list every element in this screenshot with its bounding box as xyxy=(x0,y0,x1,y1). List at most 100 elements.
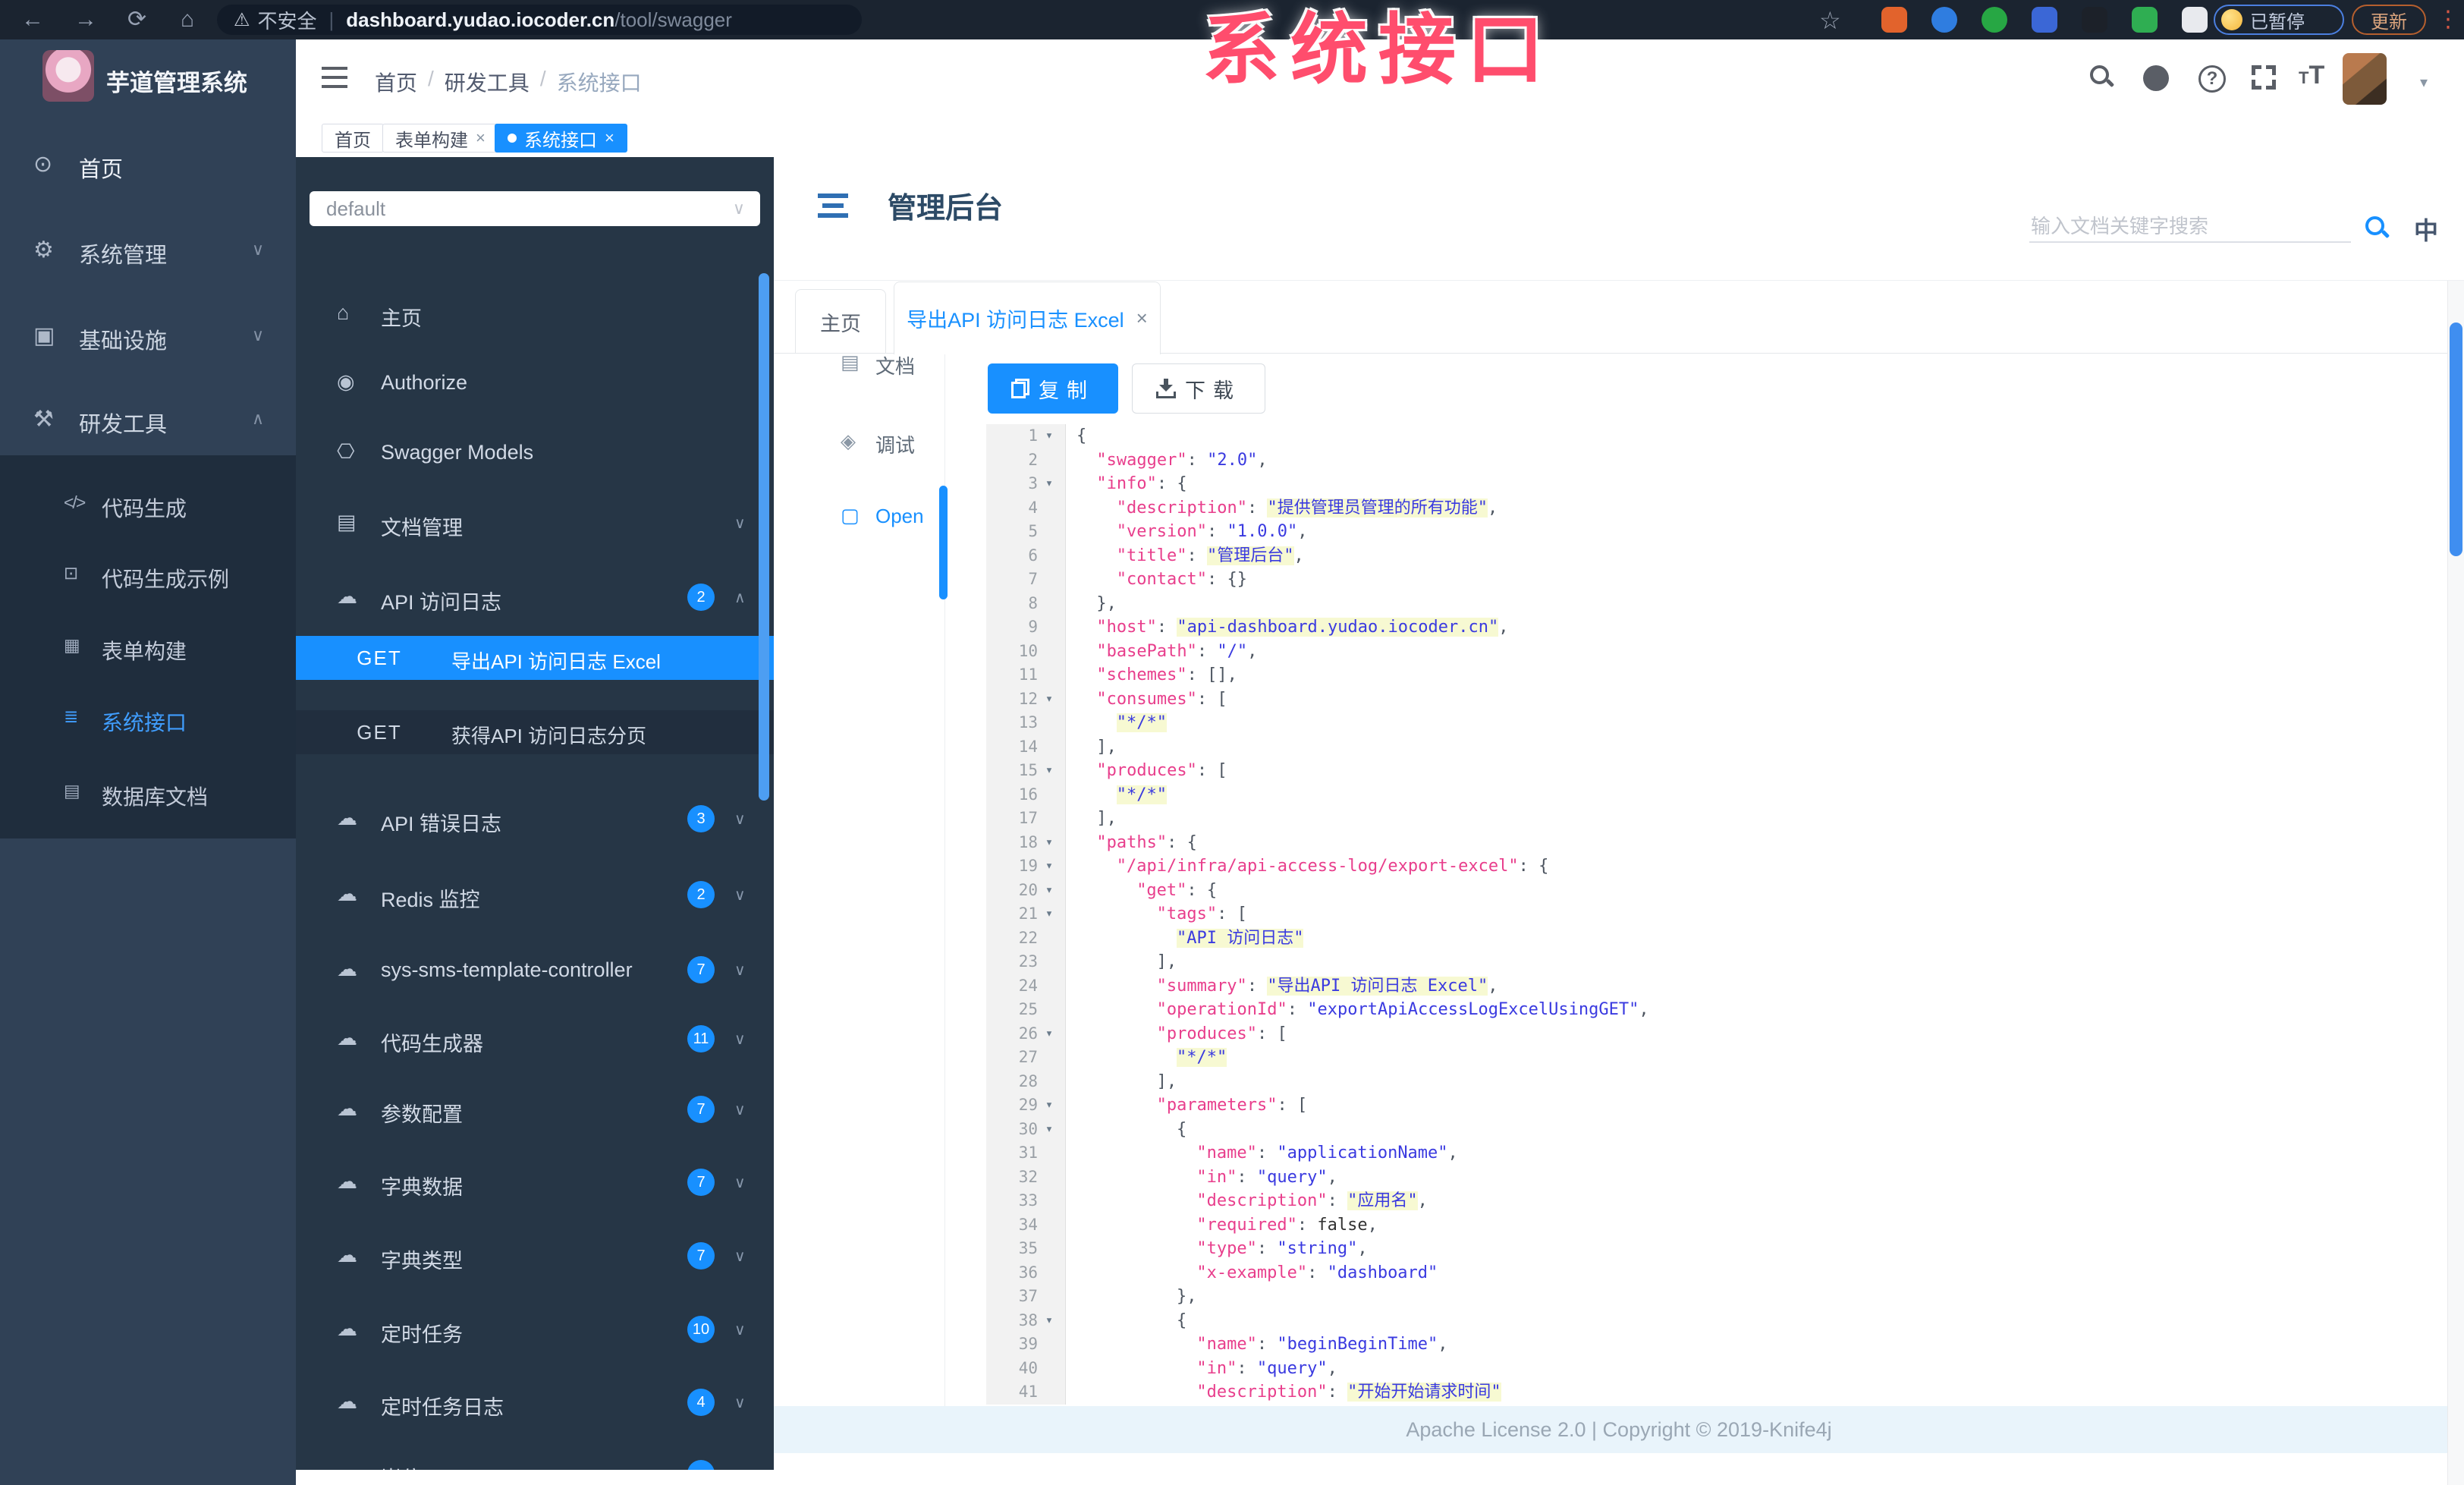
github-icon[interactable] xyxy=(2143,65,2169,91)
chevron-up-icon: ∧ xyxy=(252,409,265,428)
page-scrollbar[interactable] xyxy=(2447,281,2464,1485)
address-bar[interactable]: ⚠ 不安全 | dashboard.yudao.iocoder.cn /tool… xyxy=(217,5,862,35)
swagger-menu-item-5[interactable]: ☁ API 访问日志 2 ∧ xyxy=(296,580,774,614)
fold-icon[interactable]: ▾ xyxy=(1038,831,1061,855)
sidebar-item-3[interactable]: ▣ 基础设施 ∨ xyxy=(0,316,296,356)
extension-icon[interactable] xyxy=(2132,7,2158,33)
extension-icon[interactable] xyxy=(1982,7,2007,33)
extension-icon[interactable] xyxy=(2032,7,2057,33)
download-button[interactable]: 下载 xyxy=(1132,363,1265,414)
swagger-group-label: sys-sms-template-controller xyxy=(381,958,633,981)
font-size-icon[interactable]: TT xyxy=(2299,61,2324,90)
swagger-group-item[interactable]: ☁ 定时任务日志 4 ∨ xyxy=(296,1386,774,1419)
fold-icon[interactable]: ▾ xyxy=(1038,1022,1061,1046)
doc-search-input[interactable] xyxy=(2029,212,2351,243)
swagger-group-item[interactable]: ☁ sys-sms-template-controller 7 ∨ xyxy=(296,953,774,986)
swagger-menu-item-1[interactable]: ⌂ 主页 xyxy=(296,297,774,330)
swagger-menu-item-3[interactable]: ⎔ Swagger Models xyxy=(296,436,774,469)
line-number: 38 xyxy=(1018,1310,1038,1329)
count-badge: 2 xyxy=(687,881,715,908)
swagger-group-item[interactable]: ☁ 定时任务 10 ∨ xyxy=(296,1313,774,1346)
nav-item-调试[interactable]: ◈ 调试 xyxy=(774,428,944,458)
avatar-caret-icon[interactable]: ▾ xyxy=(2420,73,2428,92)
sidebar-item-4[interactable]: ⚒ 研发工具 ∧ xyxy=(0,400,296,439)
sidebar-subitem-2[interactable]: ⊡ 代码生成示例 xyxy=(0,557,296,593)
code-line: 28], xyxy=(986,1069,2464,1093)
update-label: 更新 xyxy=(2371,11,2407,33)
tools-icon: ⚒ xyxy=(33,407,54,432)
profile-paused-badge[interactable]: 已暂停 xyxy=(2214,5,2344,35)
extension-icon[interactable] xyxy=(1881,7,1907,33)
page-scrollbar-thumb[interactable] xyxy=(2450,322,2462,556)
extension-icon[interactable] xyxy=(2182,7,2208,33)
fold-icon[interactable]: ▾ xyxy=(1038,687,1061,712)
bookmark-star-icon[interactable]: ☆ xyxy=(1819,6,1841,35)
header-search-icon[interactable] xyxy=(2090,65,2113,88)
sidebar-toggle-icon[interactable] xyxy=(322,67,347,88)
sidebar-subitem-5[interactable]: ▤ 数据库文档 xyxy=(0,775,296,811)
extension-icon[interactable] xyxy=(1931,7,1957,33)
fold-icon[interactable]: ▾ xyxy=(1038,424,1061,448)
swagger-sidebar-scrollbar[interactable] xyxy=(759,273,769,801)
sidebar-item-1[interactable]: ⊙ 首页 xyxy=(0,145,296,184)
fold-icon[interactable]: ▾ xyxy=(1038,472,1061,496)
copy-button[interactable]: 复制 xyxy=(988,363,1118,414)
breadcrumb-separator: / xyxy=(428,67,434,90)
doc-tab-active[interactable]: 导出API 访问日志 Excel × xyxy=(894,282,1161,354)
fold-icon[interactable]: ▾ xyxy=(1038,879,1061,903)
swagger-group-item[interactable]: ☁ 岗位 ∨ xyxy=(296,1457,774,1470)
code-line: 1 ▾{ xyxy=(986,424,2464,448)
swagger-group-item[interactable]: ☁ API 错误日志 3 ∨ xyxy=(296,802,774,835)
swagger-group-item[interactable]: ☁ 字典数据 7 ∨ xyxy=(296,1166,774,1199)
swagger-group-item[interactable]: ☁ 字典类型 7 ∨ xyxy=(296,1239,774,1273)
code-line: 31 "name": "applicationName", xyxy=(986,1141,2464,1166)
language-toggle[interactable]: 中 xyxy=(2414,212,2438,247)
tag-item[interactable]: 表单构建 × xyxy=(382,124,498,153)
doc-search-icon[interactable] xyxy=(2365,216,2388,239)
close-icon[interactable]: × xyxy=(1136,307,1148,330)
user-avatar[interactable] xyxy=(2343,53,2387,105)
sidebar-subitem-1[interactable]: </> 代码生成 xyxy=(0,486,296,523)
fold-icon[interactable]: ▾ xyxy=(1038,759,1061,783)
browser-back-icon[interactable]: ← xyxy=(21,5,44,35)
chevron-down-icon: ∨ xyxy=(734,811,746,828)
help-icon[interactable]: ? xyxy=(2198,65,2226,93)
extension-icon[interactable] xyxy=(2082,7,2107,33)
doc-tab[interactable]: 主页 xyxy=(795,289,886,354)
operation-item-active[interactable]: GET 导出API 访问日志 Excel xyxy=(296,636,774,680)
breadcrumb-item[interactable]: 首页 xyxy=(375,67,417,97)
browser-reload-icon[interactable]: ⟳ xyxy=(127,5,146,35)
divider xyxy=(774,280,2464,281)
operation-item[interactable]: GET 获得API 访问日志分页 xyxy=(296,710,774,754)
swagger-group-item[interactable]: ☁ 代码生成器 11 ∨ xyxy=(296,1022,774,1056)
fold-icon[interactable]: ▾ xyxy=(1038,902,1061,927)
swagger-menu-item-4[interactable]: ▤ 文档管理 ∨ xyxy=(296,506,774,540)
line-number: 33 xyxy=(1018,1191,1038,1210)
browser-forward-icon[interactable]: → xyxy=(74,5,97,35)
close-icon[interactable]: × xyxy=(476,128,486,148)
swagger-group-item[interactable]: ☁ 参数配置 7 ∨ xyxy=(296,1093,774,1126)
tag-active[interactable]: 系统接口 × xyxy=(495,124,627,153)
sidebar-item-2[interactable]: ⚙ 系统管理 ∨ xyxy=(0,231,296,270)
fold-icon[interactable]: ▾ xyxy=(1038,1118,1061,1142)
tag-item[interactable]: 首页 xyxy=(322,124,384,153)
chevron-down-icon: ∨ xyxy=(252,326,265,345)
nav-item-open[interactable]: ▢ Open xyxy=(774,502,944,533)
sidebar-subitem-4[interactable]: ≣ 系统接口 xyxy=(0,700,296,737)
swagger-group-item[interactable]: ☁ Redis 监控 2 ∨ xyxy=(296,878,774,911)
gutter: 12 ▾ xyxy=(986,687,1066,712)
update-button[interactable]: 更新 xyxy=(2352,5,2426,35)
fold-icon[interactable]: ▾ xyxy=(1038,1093,1061,1118)
close-icon[interactable]: × xyxy=(605,128,614,148)
sidebar-subitem-3[interactable]: ▦ 表单构建 xyxy=(0,629,296,665)
fold-icon[interactable]: ▾ xyxy=(1038,1309,1061,1333)
swagger-menu-item-2[interactable]: ◉ Authorize xyxy=(296,366,774,399)
fullscreen-icon[interactable] xyxy=(2252,65,2276,90)
lock-icon: ◉ xyxy=(337,370,355,393)
group-select[interactable]: default ∨ xyxy=(310,191,760,226)
browser-menu-icon[interactable]: ⋮ xyxy=(2437,6,2459,33)
nav-scrollbar-thumb[interactable] xyxy=(939,486,948,599)
breadcrumb-item[interactable]: 研发工具 xyxy=(445,67,530,97)
fold-icon[interactable]: ▾ xyxy=(1038,854,1061,879)
browser-home-icon[interactable]: ⌂ xyxy=(181,5,194,35)
